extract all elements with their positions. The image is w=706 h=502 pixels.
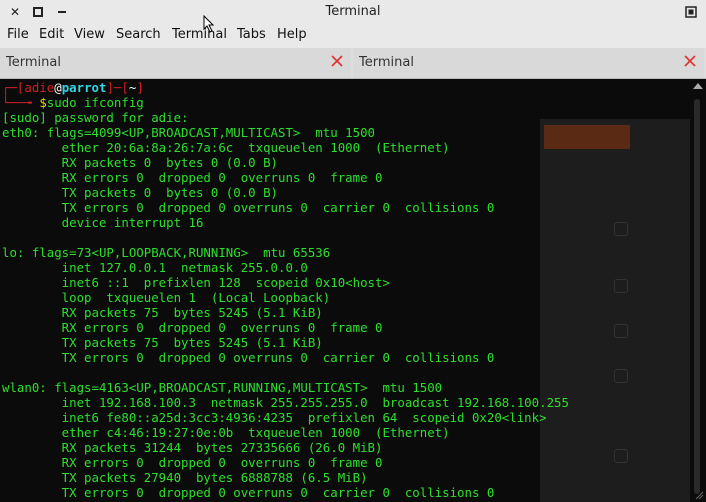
scroll-up-arrow-icon[interactable] xyxy=(693,83,703,89)
resize-grip-icon[interactable] xyxy=(694,490,704,500)
menu-edit[interactable]: Edit xyxy=(39,27,64,42)
output-line: RX errors 0 dropped 0 overruns 0 frame 0 xyxy=(2,320,383,335)
window-title: Terminal xyxy=(325,4,381,19)
output-line: ether c4:46:19:27:0e:0b txqueuelen 1000 … xyxy=(2,425,450,440)
output-line: TX errors 0 dropped 0 overruns 0 carrier… xyxy=(2,485,495,500)
typed-command: sudo ifconfig xyxy=(46,95,144,110)
mouse-cursor-icon xyxy=(203,15,215,33)
output-line: inet6 ::1 prefixlen 128 scopeid 0x10<hos… xyxy=(2,275,390,290)
output-line: lo: flags=73<UP,LOOPBACK,RUNNING> mtu 65… xyxy=(2,245,331,260)
output-line: TX packets 0 bytes 0 (0.0 B) xyxy=(2,185,279,200)
prompt-at: @ xyxy=(54,80,62,95)
window-titlebar: ✕ Terminal xyxy=(0,0,706,24)
prompt-dollar: $ xyxy=(39,95,47,110)
menu-search[interactable]: Search xyxy=(116,27,161,42)
menu-terminal[interactable]: Terminal xyxy=(172,27,227,42)
prompt-frame-close: ] xyxy=(136,80,144,95)
prompt-host: parrot xyxy=(61,80,107,95)
prompt-frame: ┌─[ xyxy=(2,80,25,95)
output-line: loop txqueuelen 1 (Local Loopback) xyxy=(2,290,331,305)
output-line: TX errors 0 dropped 0 overruns 0 carrier… xyxy=(2,350,495,365)
output-line: RX packets 75 bytes 5245 (5.1 KiB) xyxy=(2,305,323,320)
menu-help[interactable]: Help xyxy=(277,27,307,42)
prompt-continuation: └──╼ xyxy=(2,95,40,110)
prompt-user: adie xyxy=(24,80,55,95)
output-line: TX packets 75 bytes 5245 (5.1 KiB) xyxy=(2,335,323,350)
output-line: inet 127.0.0.1 netmask 255.0.0.0 xyxy=(2,260,308,275)
menu-view[interactable]: View xyxy=(74,27,105,42)
output-line: ether 20:6a:8a:26:7a:6c txqueuelen 1000 … xyxy=(2,140,450,155)
output-line: [sudo] password for adie: xyxy=(2,110,189,125)
output-line: TX packets 27940 bytes 6888788 (6.5 MiB) xyxy=(2,470,368,485)
output-line: TX errors 0 dropped 0 overruns 0 carrier… xyxy=(2,200,495,215)
terminal-view[interactable]: ┌─[adie@parrot]─[~] └──╼ $sudo ifconfig … xyxy=(0,79,690,502)
output-line: RX packets 0 bytes 0 (0.0 B) xyxy=(2,155,279,170)
menu-tabs[interactable]: Tabs xyxy=(237,27,266,42)
terminal-scrollbar[interactable] xyxy=(690,79,706,502)
output-line: RX errors 0 dropped 0 overruns 0 frame 0 xyxy=(2,170,383,185)
output-line: RX errors 0 dropped 0 overruns 0 frame 0 xyxy=(2,455,383,470)
scrollbar-thumb[interactable] xyxy=(694,99,700,494)
menubar: File Edit View Search Terminal Tabs Help xyxy=(0,24,706,48)
tab-terminal-1[interactable]: Terminal xyxy=(0,48,351,78)
prompt-line: ┌─[adie@parrot]─[~] xyxy=(2,80,144,95)
tab-label: Terminal xyxy=(359,55,414,70)
tab-close-icon[interactable] xyxy=(682,53,698,69)
command-line: └──╼ $sudo ifconfig xyxy=(2,95,144,110)
window-restore-icon[interactable] xyxy=(684,5,698,19)
output-line: RX packets 31244 bytes 27335666 (26.0 Mi… xyxy=(2,440,383,455)
tab-label: Terminal xyxy=(6,55,61,70)
terminal-output: ┌─[adie@parrot]─[~] └──╼ $sudo ifconfig … xyxy=(0,79,690,502)
output-line: inet6 fe80::a25d:3cc3:4936:4235 prefixle… xyxy=(2,410,547,425)
prompt-separator: ]─[ xyxy=(106,80,129,95)
tab-bar: Terminal Terminal xyxy=(0,48,706,79)
output-line: device interrupt 16 xyxy=(2,215,204,230)
output-line: eth0: flags=4099<UP,BROADCAST,MULTICAST>… xyxy=(2,125,375,140)
tab-close-icon[interactable] xyxy=(329,53,345,69)
output-line: wlan0: flags=4163<UP,BROADCAST,RUNNING,M… xyxy=(2,380,443,395)
tab-terminal-2[interactable]: Terminal xyxy=(353,48,704,78)
menu-file[interactable]: File xyxy=(7,27,29,42)
output-line: inet 192.168.100.3 netmask 255.255.255.0… xyxy=(2,395,569,410)
